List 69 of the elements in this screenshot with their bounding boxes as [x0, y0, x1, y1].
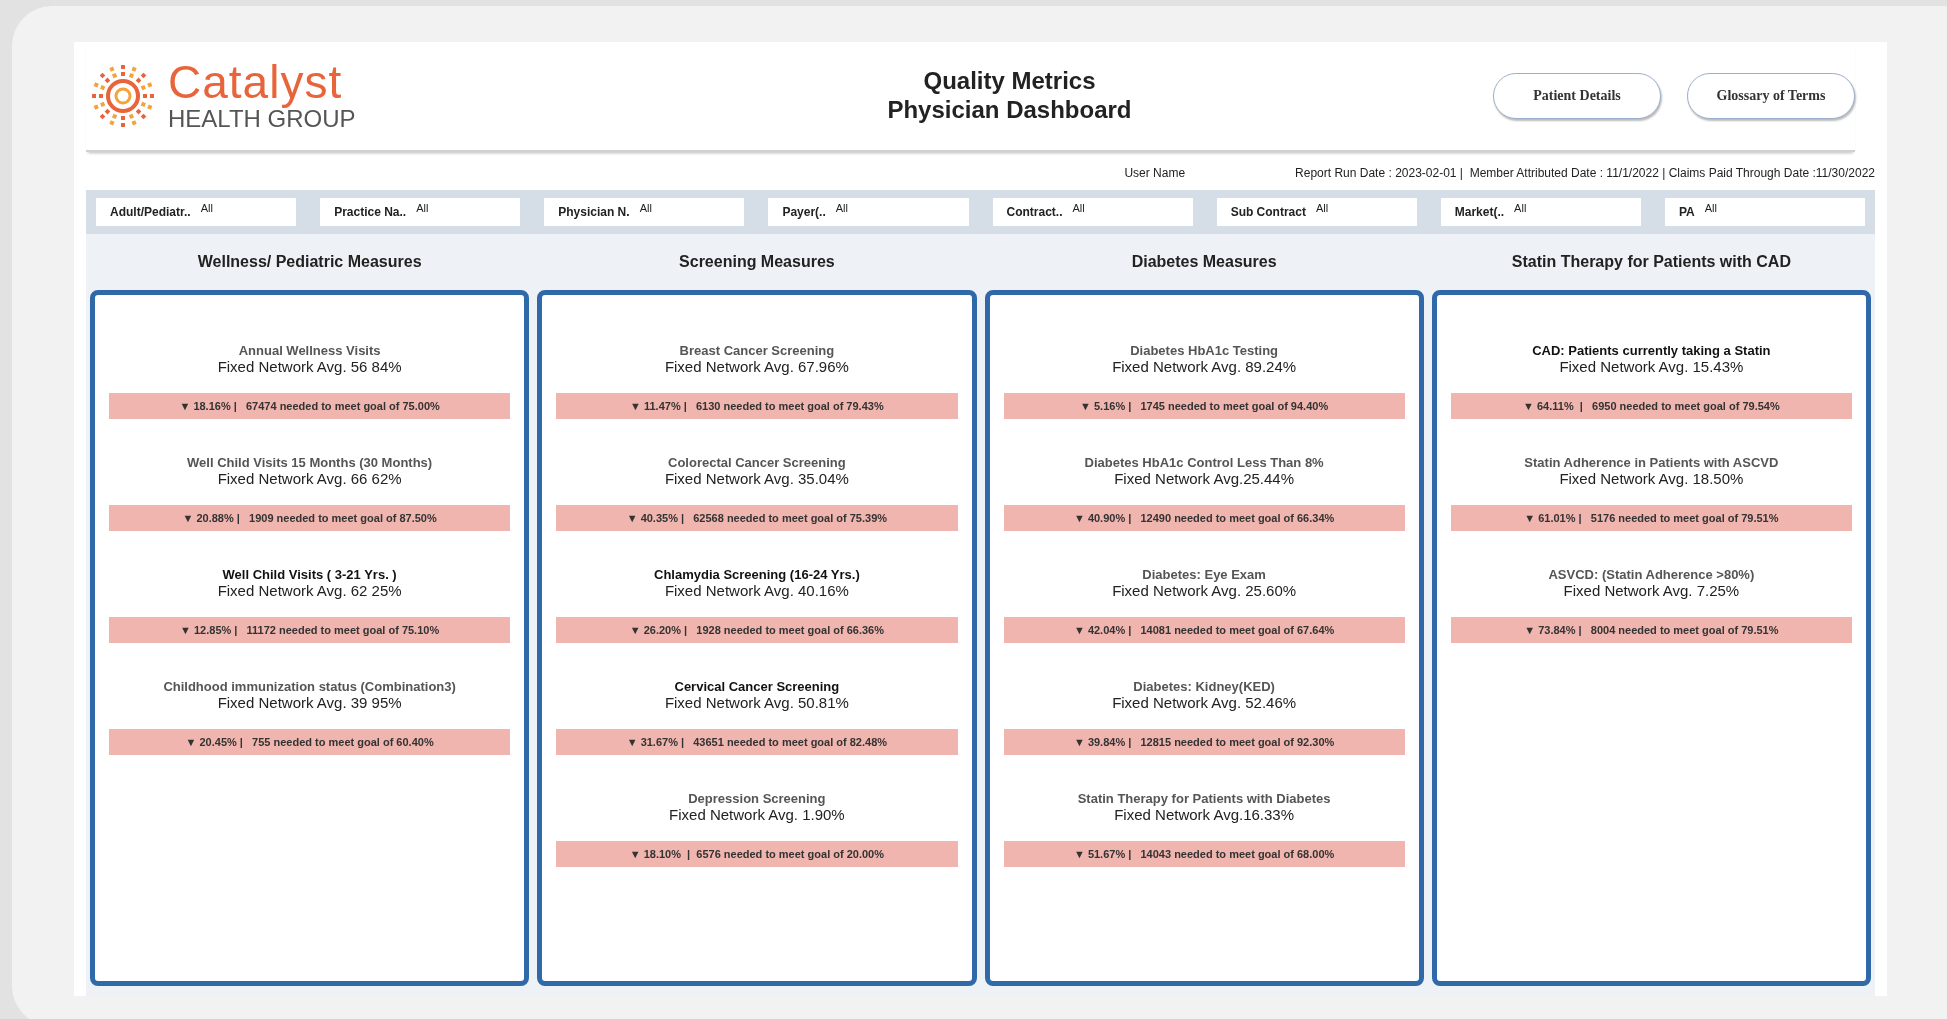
goal-gap-bar: ▼ 20.88% | 1909 needed to meet goal of 87.50%: [109, 505, 511, 531]
measure-name: Chlamydia Screening (16-24 Yrs.): [654, 567, 860, 582]
filter-dropdown[interactable]: Contract.. All: [992, 198, 1193, 226]
filter-dropdown[interactable]: PA All: [1664, 198, 1865, 226]
filter-dropdown[interactable]: Practice Na.. All: [320, 198, 521, 226]
measure-name: Childhood immunization status (Combination3): [163, 679, 456, 694]
header-button[interactable]: Glossary of Terms: [1687, 73, 1855, 119]
goal-gap-bar: ▼ 11.47% | 6130 needed to meet goal of 79.43%: [556, 393, 958, 419]
section-title: Statin Therapy for Patients with CAD: [1511, 253, 1791, 271]
network-average: Fixed Network Avg. 50.81%: [664, 694, 849, 711]
measure-name: Statin Adherence in Patients with ASCVD: [1524, 455, 1779, 470]
goal-gap-bar: ▼ 12.85% | 11172 needed to meet goal of 75.10%: [109, 617, 511, 643]
dashboard-title: Quality Metrics: [923, 67, 1096, 96]
section-title: Wellness/ Pediatric Measures: [197, 253, 422, 271]
goal-gap-bar: ▼ 40.90% | 12490 needed to meet goal of 66.34%: [1003, 505, 1405, 531]
measure-name: Breast Cancer Screening: [679, 343, 835, 358]
measure-name: Colorectal Cancer Screening: [668, 455, 846, 470]
measure-name: ASVCD: (Statin Adherence >80%): [1548, 567, 1755, 582]
filter-dropdown[interactable]: Physician N. All: [544, 198, 745, 226]
network-average: Fixed Network Avg. 67.96%: [664, 358, 849, 375]
measure-name: Statin Therapy for Patients with Diabetes: [1077, 791, 1331, 806]
goal-gap-bar: ▼ 73.84% | 8004 needed to meet goal of 79.51%: [1450, 617, 1852, 643]
filter-dropdown[interactable]: Sub Contract All: [1216, 198, 1417, 226]
measure-name: Diabetes HbA1c Testing: [1130, 343, 1279, 358]
measure-name: Diabetes HbA1c Control Less Than 8%: [1084, 455, 1324, 470]
network-average: Fixed Network Avg. 66 62%: [217, 470, 402, 487]
goal-gap-bar: ▼ 18.10% | 6576 needed to meet goal of 20.00%: [556, 841, 958, 867]
dashboard-subtitle: Physician Dashboard: [887, 96, 1132, 125]
network-average: Fixed Network Avg.25.44%: [1114, 470, 1295, 487]
goal-gap-bar: ▼ 64.11% | 6950 needed to meet goal of 79.54%: [1450, 393, 1852, 419]
network-average: Fixed Network Avg.16.33%: [1114, 806, 1295, 823]
section-title: Screening Measures: [679, 253, 835, 271]
goal-gap-bar: ▼ 31.67% | 43651 needed to meet goal of 82.48%: [556, 729, 958, 755]
network-average: Fixed Network Avg. 40.16%: [664, 582, 849, 599]
network-average: Fixed Network Avg. 35.04%: [664, 470, 849, 487]
filter-dropdown[interactable]: Adult/Pediatr.. All: [96, 198, 297, 226]
network-average: Fixed Network Avg. 56 84%: [217, 358, 402, 375]
user-name: User Name: [1124, 166, 1186, 180]
goal-gap-bar: ▼ 20.45% | 755 needed to meet goal of 60.40%: [109, 729, 511, 755]
measure-name: Cervical Cancer Screening: [674, 679, 840, 694]
measure-name: Well Child Visits ( 3-21 Yrs. ): [222, 567, 397, 582]
measure-name: Well Child Visits 15 Months (30 Months): [187, 455, 433, 470]
goal-gap-bar: ▼ 18.16% | 67474 needed to meet goal of 75.00%: [109, 393, 511, 419]
network-average: Fixed Network Avg. 18.50%: [1559, 470, 1744, 487]
goal-gap-bar: ▼ 61.01% | 5176 needed to meet goal of 79.51%: [1450, 505, 1852, 531]
network-average: Fixed Network Avg. 39 95%: [217, 694, 402, 711]
report-dates: Report Run Date : 2023-02-01 | Member Attributed Date : 11/1/2022 | Claims Paid Through Date :11/30/2022: [1295, 166, 1875, 180]
filter-dropdown[interactable]: Market(.. All: [1440, 198, 1641, 226]
measure-name: Annual Wellness Visits: [238, 343, 381, 358]
network-average: Fixed Network Avg. 25.60%: [1112, 582, 1297, 599]
goal-gap-bar: ▼ 26.20% | 1928 needed to meet goal of 66.36%: [556, 617, 958, 643]
goal-gap-bar: ▼ 40.35% | 62568 needed to meet goal of 75.39%: [556, 505, 958, 531]
measure-name: CAD: Patients currently taking a Statin: [1532, 343, 1771, 358]
measure-name: Diabetes: Eye Exam: [1142, 567, 1266, 582]
measure-name: Depression Screening: [688, 791, 826, 806]
network-average: Fixed Network Avg. 62 25%: [217, 582, 402, 599]
section-title: Diabetes Measures: [1131, 253, 1277, 271]
network-average: Fixed Network Avg. 52.46%: [1112, 694, 1297, 711]
goal-gap-bar: ▼ 51.67% | 14043 needed to meet goal of 68.00%: [1003, 841, 1405, 867]
network-average: Fixed Network Avg. 15.43%: [1559, 358, 1744, 375]
goal-gap-bar: ▼ 5.16% | 1745 needed to meet goal of 94.40%: [1003, 393, 1405, 419]
measure-name: Diabetes: Kidney(KED): [1133, 679, 1275, 694]
network-average: Fixed Network Avg. 89.24%: [1112, 358, 1297, 375]
goal-gap-bar: ▼ 42.04% | 14081 needed to meet goal of 67.64%: [1003, 617, 1405, 643]
goal-gap-bar: ▼ 39.84% | 12815 needed to meet goal of 92.30%: [1003, 729, 1405, 755]
filter-dropdown[interactable]: Payer(.. All: [768, 198, 969, 226]
network-average: Fixed Network Avg. 7.25%: [1563, 582, 1740, 599]
header-button[interactable]: Patient Details: [1493, 73, 1661, 119]
network-average: Fixed Network Avg. 1.90%: [669, 806, 845, 823]
